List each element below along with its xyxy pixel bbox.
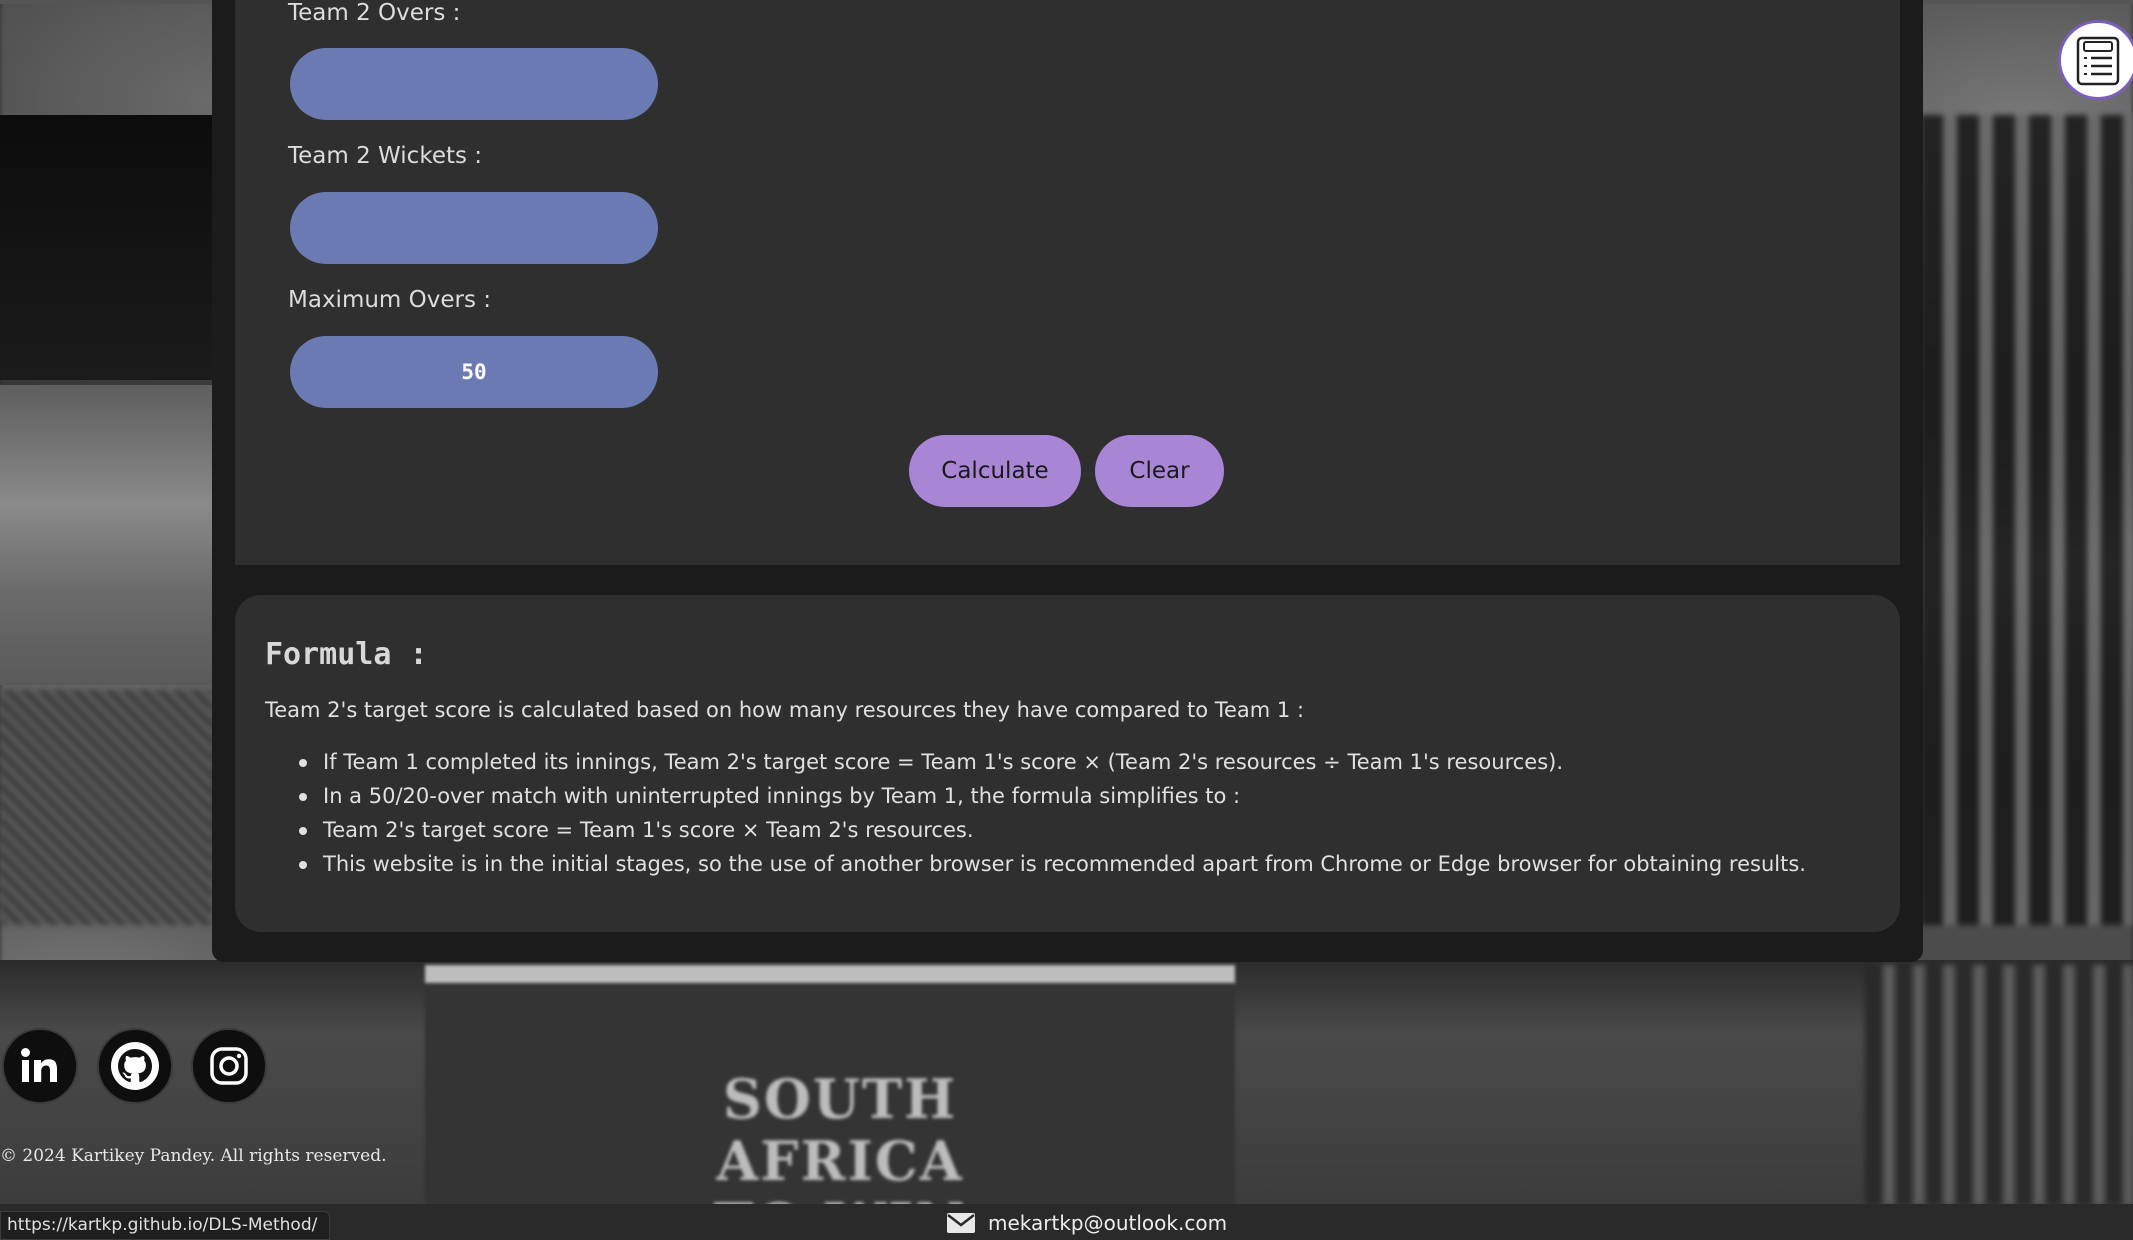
calculate-button[interactable]: Calculate xyxy=(909,435,1081,507)
background-left-dark xyxy=(0,115,212,380)
status-bar-url: https://kartkp.github.io/DLS-Method/ xyxy=(0,1211,331,1240)
email-text: mekartkp@outlook.com xyxy=(988,1211,1228,1235)
formula-panel: Formula : Team 2's target score is calcu… xyxy=(235,595,1900,932)
formula-point: If Team 1 completed its innings, Team 2'… xyxy=(295,745,1806,779)
background-left-banner xyxy=(0,385,212,685)
formula-point: This website is in the initial stages, s… xyxy=(295,847,1806,881)
calculator-card: Team 2 Overs : Team 2 Wickets : Maximum … xyxy=(212,0,1923,962)
max-overs-input[interactable] xyxy=(290,336,658,408)
background-left-crowd xyxy=(0,690,212,925)
formula-title: Formula : xyxy=(265,637,428,672)
linkedin-link[interactable] xyxy=(2,1028,78,1104)
email-link[interactable]: mekartkp@outlook.com xyxy=(946,1208,1227,1238)
team2-overs-label: Team 2 Overs : xyxy=(288,0,461,26)
github-icon xyxy=(111,1042,159,1090)
formula-point: Team 2's target score = Team 1's score ×… xyxy=(295,813,1806,847)
team2-overs-input[interactable] xyxy=(290,48,658,120)
input-panel: Team 2 Overs : Team 2 Wickets : Maximum … xyxy=(235,0,1900,565)
linkedin-icon xyxy=(21,1048,57,1082)
background-scoreboard: SOUTH AFRICA TO WIN xyxy=(425,965,1235,1240)
mail-icon xyxy=(947,1213,975,1233)
team2-wickets-label: Team 2 Wickets : xyxy=(288,143,483,169)
plan-button[interactable] xyxy=(2058,20,2133,100)
github-link[interactable] xyxy=(97,1028,173,1104)
background-right-stand xyxy=(1921,115,2133,925)
max-overs-label: Maximum Overs : xyxy=(288,287,492,313)
plan-notepad-icon xyxy=(2076,36,2120,86)
team2-wickets-input[interactable] xyxy=(290,192,658,264)
instagram-link[interactable] xyxy=(191,1028,267,1104)
copyright-text: © 2024 Kartikey Pandey. All rights reser… xyxy=(0,1146,387,1166)
instagram-icon xyxy=(210,1047,248,1085)
clear-button[interactable]: Clear xyxy=(1095,435,1224,507)
formula-point: In a 50/20-over match with uninterrupted… xyxy=(295,779,1806,813)
background-bottom-right xyxy=(1865,965,2133,1205)
formula-list: If Team 1 completed its innings, Team 2'… xyxy=(295,745,1806,881)
formula-intro: Team 2's target score is calculated base… xyxy=(265,698,1305,722)
